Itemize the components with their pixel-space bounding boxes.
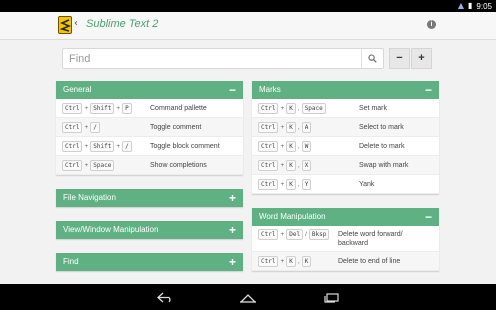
shortcut-row: Ctrl + K, Y Yank (252, 175, 439, 194)
search-icon (368, 54, 377, 63)
panel-marks-header[interactable]: Marks − (252, 81, 439, 99)
shortcut-row: Ctrl + Space Show completions (56, 156, 243, 175)
shortcut-desc: Show completions (150, 162, 207, 169)
app-title: Sublime Text 2 (86, 18, 159, 30)
shortcut-desc: Toggle block comment (150, 143, 220, 150)
shortcut-desc: Swap with mark (359, 162, 409, 169)
panel-general-header[interactable]: General − (56, 81, 243, 99)
shortcut-list: Ctrl + Shift + P Command pallette Ctrl + / Tog… (56, 99, 243, 175)
shortcut-keys: Ctrl + Del / Bksp (258, 229, 330, 240)
shortcut-list: Ctrl + K, Space Set mark Ctrl + K, A Select to… (252, 99, 439, 194)
panel-word-manipulation-header[interactable]: Word Manipulation − (252, 208, 439, 226)
collapse-icon[interactable]: − (425, 208, 432, 226)
shortcut-desc: Command pallette (150, 105, 207, 112)
shortcut-row: Ctrl + K, A Select to mark (252, 118, 439, 137)
panel-general: General − Ctrl + Shift + P Command pallette … (56, 81, 243, 175)
home-icon[interactable] (238, 290, 258, 304)
shortcut-row: Ctrl + Del / Bksp Delete word forward/ backw… (252, 226, 439, 252)
shortcut-row: Ctrl + Shift + / Toggle block comment (56, 137, 243, 156)
panel-find-header[interactable]: Find + (56, 253, 243, 271)
shortcut-keys: Ctrl + / (62, 122, 100, 133)
system-nav-bar (0, 284, 496, 310)
panel-word-manipulation: Word Manipulation − Ctrl + Del / Bksp Delete… (252, 208, 439, 271)
panel-title: Find (63, 257, 79, 266)
shortcut-keys: Ctrl + K, K (258, 256, 312, 267)
app-bar: ‹ Sublime Text 2 i (0, 12, 496, 40)
shortcut-desc: Set mark (359, 105, 388, 112)
panel-file-navigation-header[interactable]: File Navigation + (56, 189, 243, 207)
shortcut-desc: Select to mark (359, 124, 404, 131)
shortcut-desc: Delete word forward/ backward (338, 231, 403, 247)
status-time: 9:05 (476, 1, 492, 11)
shortcut-row: Ctrl + K, Space Set mark (252, 99, 439, 118)
shortcut-keys: Ctrl + K, Space (258, 103, 326, 114)
shortcut-keys: Ctrl + Shift + / (62, 141, 132, 152)
back-chevron-icon[interactable]: ‹ (74, 18, 78, 29)
shortcut-list: Ctrl + Del / Bksp Delete word forward/ backw… (252, 226, 439, 271)
shortcut-desc: Yank (359, 181, 375, 188)
zoom-in-button[interactable]: + (411, 48, 432, 69)
shortcut-keys: Ctrl + K, W (258, 141, 312, 152)
panel-title: File Navigation (63, 193, 116, 202)
panel-find[interactable]: Find + (56, 253, 243, 271)
shortcut-row: Ctrl + K, W Delete to mark (252, 137, 439, 156)
panel-marks: Marks − Ctrl + K, Space Set mark Ctrl + K, A S… (252, 81, 439, 194)
status-bar: ▲ ▮ 9:05 (0, 0, 496, 12)
search-input[interactable] (69, 52, 349, 66)
panel-title: Marks (259, 85, 281, 94)
panel-title: Word Manipulation (259, 212, 326, 221)
panel-file-navigation[interactable]: File Navigation + (56, 189, 243, 207)
zoom-out-button[interactable]: − (389, 48, 410, 69)
expand-icon[interactable]: + (229, 221, 236, 239)
recent-apps-icon[interactable] (322, 290, 342, 304)
info-icon[interactable]: i (427, 20, 436, 29)
sublime-logo-icon (58, 16, 72, 34)
back-icon[interactable] (156, 290, 176, 304)
search-bar (62, 48, 384, 69)
shortcut-keys: Ctrl + Shift + P (62, 103, 132, 114)
collapse-icon[interactable]: − (229, 81, 236, 99)
shortcut-desc: Delete to mark (359, 143, 405, 150)
panel-view-window-header[interactable]: View/Window Manipulation + (56, 221, 243, 239)
panel-title: General (63, 85, 92, 94)
shortcut-row: Ctrl + K, K Delete to end of line (252, 252, 439, 271)
wifi-icon: ▲ (457, 1, 465, 10)
shortcut-keys: Ctrl + K, A (258, 122, 312, 133)
shortcut-desc: Toggle comment (150, 124, 202, 131)
search-button[interactable] (361, 49, 383, 68)
expand-icon[interactable]: + (229, 189, 236, 207)
shortcut-keys: Ctrl + K, X (258, 160, 312, 171)
shortcut-row: Ctrl + / Toggle comment (56, 118, 243, 137)
collapse-icon[interactable]: − (425, 81, 432, 99)
shortcut-row: Ctrl + K, X Swap with mark (252, 156, 439, 175)
battery-icon: ▮ (468, 1, 473, 10)
shortcut-keys: Ctrl + K, Y (258, 179, 312, 190)
shortcut-row: Ctrl + Shift + P Command pallette (56, 99, 243, 118)
expand-icon[interactable]: + (229, 253, 236, 271)
panel-view-window[interactable]: View/Window Manipulation + (56, 221, 243, 239)
panel-title: View/Window Manipulation (63, 225, 159, 234)
shortcut-keys: Ctrl + Space (62, 160, 115, 171)
shortcut-desc: Delete to end of line (338, 258, 401, 265)
